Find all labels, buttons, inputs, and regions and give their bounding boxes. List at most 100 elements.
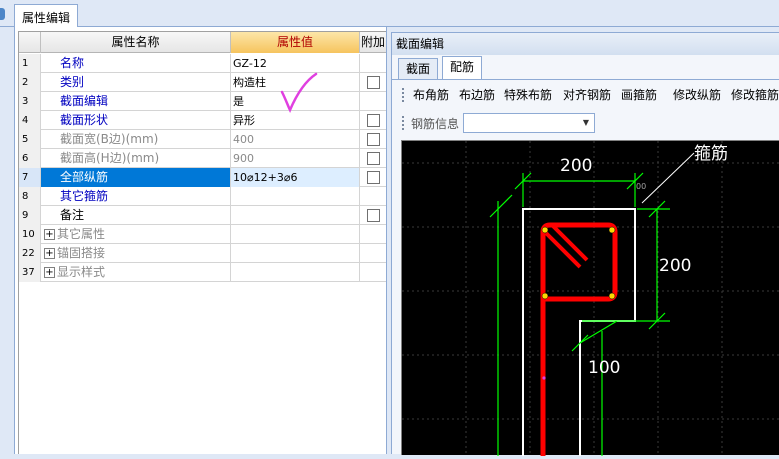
special-rebar-button[interactable]: 特殊布筋 — [504, 86, 552, 104]
leader-label: 箍筋 — [694, 144, 728, 164]
draw-stirrup-button[interactable]: 画箍筋 — [621, 86, 657, 104]
property-value — [231, 225, 360, 244]
extra-checkbox[interactable] — [367, 209, 380, 222]
row-number: 5 — [19, 130, 41, 149]
expand-plus-icon[interactable]: + — [44, 248, 55, 259]
extra-cell — [360, 92, 387, 111]
dropdown-arrow-icon[interactable]: ▼ — [578, 114, 594, 132]
toolbar-grip-icon[interactable] — [402, 116, 404, 130]
rebar-info-label: 钢筋信息 — [411, 117, 460, 131]
modify-stirrup-button[interactable]: 修改箍筋 — [731, 86, 779, 104]
extra-checkbox[interactable] — [367, 133, 380, 146]
header-property-name[interactable]: 属性名称 — [41, 32, 231, 53]
expand-plus-icon[interactable]: + — [44, 229, 55, 240]
table-row[interactable]: 1 名称 GZ-12 — [19, 54, 387, 73]
leader-line — [641, 152, 695, 204]
row-number: 1 — [19, 54, 41, 73]
rebar-info-select[interactable]: ▼ — [463, 113, 595, 133]
edge-rebar-button[interactable]: 布边筋 — [459, 86, 495, 104]
table-row[interactable]: 3 截面编辑 是 — [19, 92, 387, 111]
extra-checkbox[interactable] — [367, 152, 380, 165]
extra-checkbox[interactable] — [367, 76, 380, 89]
property-value[interactable] — [231, 206, 360, 225]
header-row-number — [19, 32, 41, 53]
extra-cell — [360, 244, 387, 263]
extra-checkbox[interactable] — [367, 114, 380, 127]
property-value[interactable]: 10⌀12+3⌀6 — [231, 168, 360, 187]
rebar-toolbar: 布角筋 布边筋 特殊布筋 对齐钢筋 画箍筋 修改纵筋 修改箍筋 — [392, 83, 779, 107]
property-value[interactable] — [231, 187, 360, 206]
group-name[interactable]: + 其它属性 — [41, 225, 231, 244]
dimension-middle-label: 100 — [588, 358, 620, 378]
extra-cell — [360, 263, 387, 282]
extra-cell — [360, 73, 387, 92]
table-row[interactable]: 6 截面高(H边)(mm) 900 — [19, 149, 387, 168]
property-grid: 属性名称 属性值 附加 1 名称 GZ-12 2 类别 构造柱 3 截面编辑 是… — [18, 31, 387, 454]
extra-cell — [360, 130, 387, 149]
section-drawing: 箍筋 200 200 100 00 — [402, 141, 779, 456]
property-name: 类别 — [41, 73, 231, 92]
table-row-group[interactable]: 37 + 显示样式 — [19, 263, 387, 282]
table-row[interactable]: 2 类别 构造柱 — [19, 73, 387, 92]
small-tag: 00 — [636, 182, 646, 191]
extra-cell — [360, 225, 387, 244]
property-name: 名称 — [41, 54, 231, 73]
table-row[interactable]: 5 截面宽(B边)(mm) 400 — [19, 130, 387, 149]
extra-cell — [360, 111, 387, 130]
property-name: 备注 — [41, 206, 231, 225]
property-value — [231, 263, 360, 282]
property-name: 其它箍筋 — [41, 187, 231, 206]
section-drawing-canvas[interactable]: 箍筋 200 200 100 00 — [401, 140, 779, 456]
expand-plus-icon[interactable]: + — [44, 267, 55, 278]
annotation-dot — [542, 376, 546, 380]
row-number: 4 — [19, 111, 41, 130]
property-value[interactable]: 400 — [231, 130, 360, 149]
dimension-top-label: 200 — [560, 156, 592, 176]
rebar-info-bar: 钢筋信息 ▼ — [392, 111, 779, 135]
row-number: 10 — [19, 225, 41, 244]
table-row-group[interactable]: 10 + 其它属性 — [19, 225, 387, 244]
property-name: 全部纵筋 — [41, 168, 231, 187]
extra-cell — [360, 168, 387, 187]
property-name: 截面宽(B边)(mm) — [41, 130, 231, 149]
tab-reinforcement[interactable]: 配筋 — [442, 56, 483, 80]
tab-property-editor[interactable]: 属性编辑 — [14, 4, 79, 28]
header-property-value[interactable]: 属性值 — [231, 32, 360, 53]
property-name: 截面编辑 — [41, 92, 231, 111]
table-row[interactable]: 4 截面形状 异形 — [19, 111, 387, 130]
row-number: 7 — [19, 168, 41, 187]
handwritten-checkmark — [280, 72, 318, 113]
tab-divider — [392, 79, 779, 80]
row-number: 37 — [19, 263, 41, 282]
group-label: 显示样式 — [57, 265, 106, 279]
extra-cell — [360, 206, 387, 225]
property-value — [231, 244, 360, 263]
tab-section[interactable]: 截面 — [398, 58, 439, 80]
extra-cell — [360, 187, 387, 206]
row-number: 22 — [19, 244, 41, 263]
extra-cell — [360, 54, 387, 73]
rebar-hook — [544, 224, 589, 269]
group-label: 其它属性 — [57, 227, 106, 241]
row-number: 2 — [19, 73, 41, 92]
align-rebar-button[interactable]: 对齐钢筋 — [563, 86, 611, 104]
table-row-selected[interactable]: 7 全部纵筋 10⌀12+3⌀6 — [19, 168, 387, 187]
dimension-right-label: 200 — [659, 256, 691, 276]
table-row[interactable]: 9 备注 — [19, 206, 387, 225]
top-tab-strip: 属性编辑 — [0, 0, 779, 28]
property-name: 截面形状 — [41, 111, 231, 130]
toolbar-grip-icon[interactable] — [402, 88, 404, 102]
group-label: 锚固搭接 — [57, 246, 106, 260]
modify-long-rebar-button[interactable]: 修改纵筋 — [673, 86, 721, 104]
header-extra[interactable]: 附加 — [360, 32, 387, 53]
group-name[interactable]: + 显示样式 — [41, 263, 231, 282]
collapse-icon[interactable] — [0, 8, 5, 20]
group-name[interactable]: + 锚固搭接 — [41, 244, 231, 263]
property-value[interactable]: 900 — [231, 149, 360, 168]
row-number: 3 — [19, 92, 41, 111]
corner-rebar-button[interactable]: 布角筋 — [413, 86, 449, 104]
extra-checkbox[interactable] — [367, 171, 380, 184]
grid-header: 属性名称 属性值 附加 — [19, 32, 387, 53]
table-row-group[interactable]: 22 + 锚固搭接 — [19, 244, 387, 263]
table-row[interactable]: 8 其它箍筋 — [19, 187, 387, 206]
